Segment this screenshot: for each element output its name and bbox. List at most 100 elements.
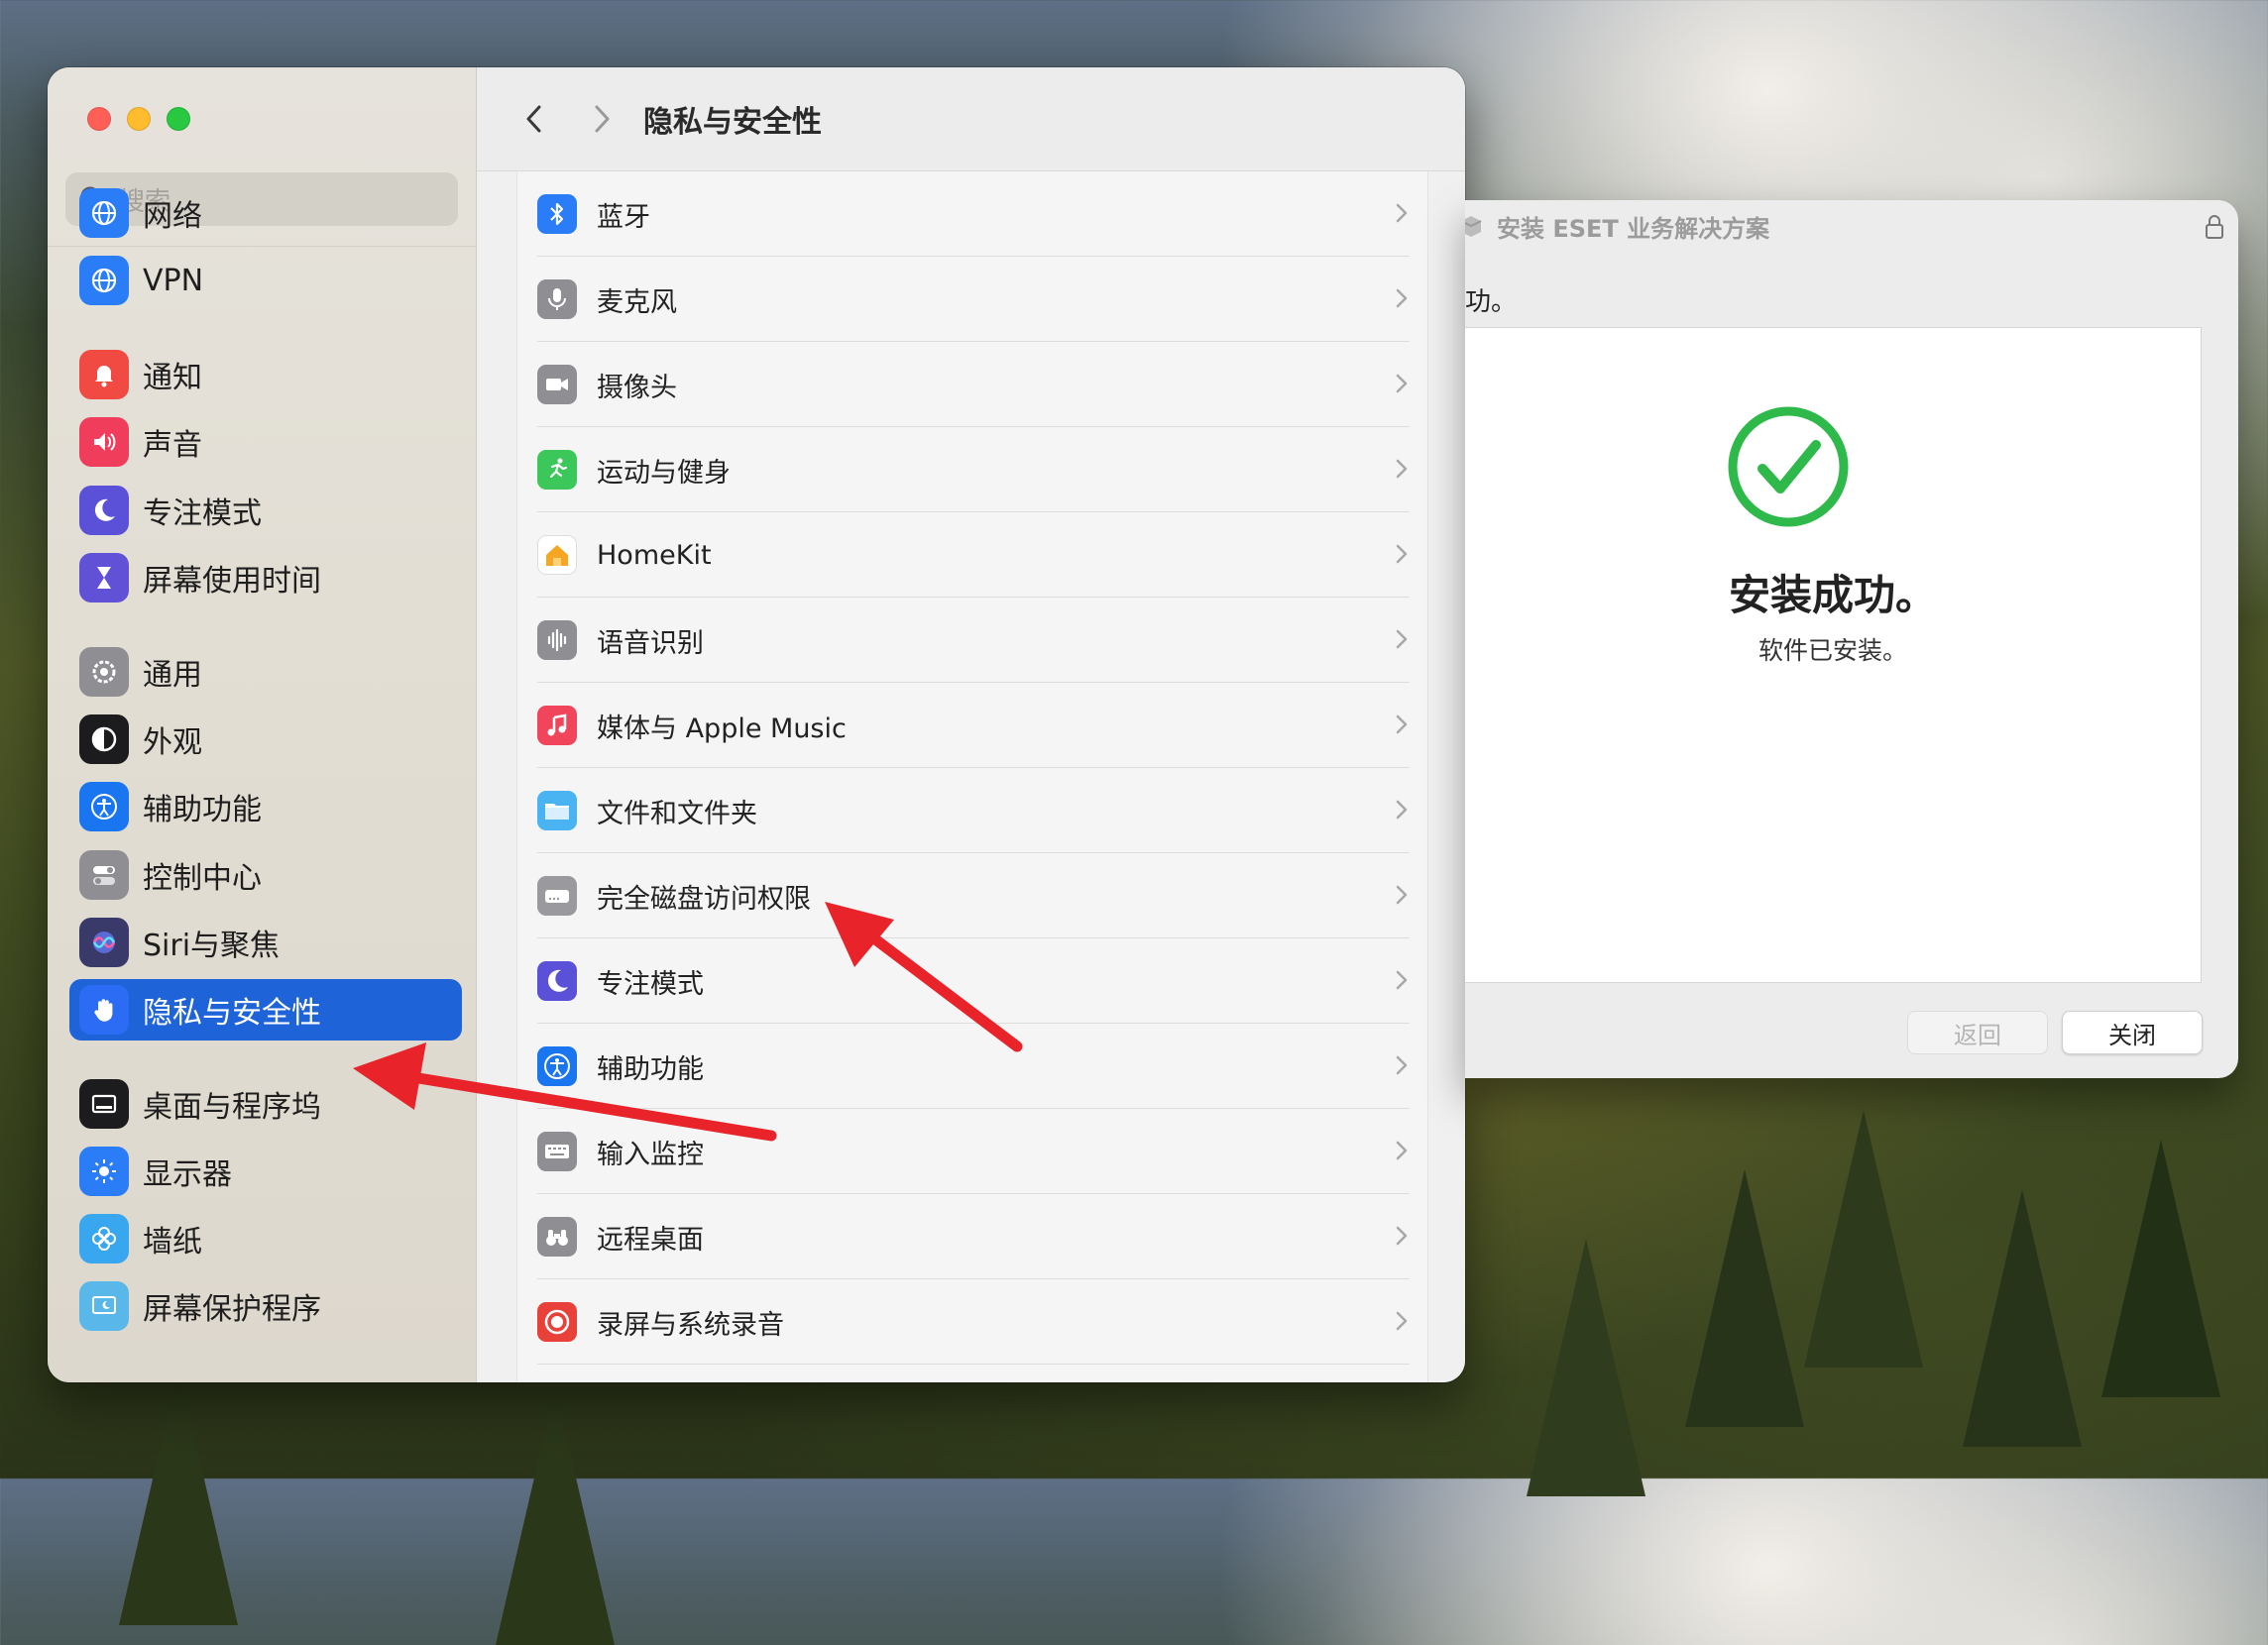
list-item-label: 远程桌面 bbox=[597, 1224, 704, 1256]
binoculars-icon bbox=[537, 1217, 577, 1257]
screensaver-icon bbox=[79, 1281, 129, 1331]
minimize-window-button[interactable] bbox=[127, 107, 151, 131]
toolbar: 隐私与安全性 bbox=[477, 67, 1465, 171]
hourglass-icon bbox=[79, 553, 129, 603]
list-item[interactable]: 输入监控 bbox=[517, 1109, 1427, 1194]
sidebar-item-bell[interactable]: 通知 bbox=[69, 344, 462, 405]
sidebar-item-label: 控制中心 bbox=[143, 861, 262, 896]
chevron-right-icon bbox=[1394, 199, 1410, 231]
sidebar-item-label: 通知 bbox=[143, 361, 202, 395]
sidebar-item-appearance[interactable]: 外观 bbox=[69, 709, 462, 770]
list-item[interactable]: 语音识别 bbox=[517, 598, 1427, 683]
close-window-button[interactable] bbox=[87, 107, 111, 131]
chevron-right-icon bbox=[1394, 540, 1410, 572]
list-item-label: 麦克风 bbox=[597, 286, 677, 318]
chevron-right-icon bbox=[1394, 796, 1410, 827]
sidebar-item-label: 墙纸 bbox=[143, 1225, 202, 1260]
hand-icon bbox=[79, 985, 129, 1035]
sidebar-item-moon[interactable]: 专注模式 bbox=[69, 480, 462, 541]
moon-icon bbox=[537, 961, 577, 1001]
sidebar-item-sun[interactable]: 显示器 bbox=[69, 1141, 462, 1202]
system-settings-window: 搜索 网络 VPN 通知 声音 专注模式 屏幕使用时间 通用 外观 辅助功能 控制中心 Siri与聚… bbox=[48, 67, 1465, 1382]
folder-icon bbox=[537, 791, 577, 830]
sidebar-item-hourglass[interactable]: 屏幕使用时间 bbox=[69, 547, 462, 608]
list-item-label: 文件和文件夹 bbox=[597, 798, 757, 829]
success-check-icon bbox=[1727, 405, 1850, 528]
list-item[interactable]: 蓝牙 bbox=[517, 171, 1427, 257]
sidebar-item-label: 辅助功能 bbox=[143, 793, 262, 827]
chevron-right-icon bbox=[1394, 370, 1410, 401]
list-item[interactable]: 专注模式 bbox=[517, 938, 1427, 1024]
sidebar-item-globe[interactable]: 网络 bbox=[69, 182, 462, 244]
list-item[interactable]: 完全磁盘访问权限 bbox=[517, 853, 1427, 938]
chevron-right-icon bbox=[1394, 1051, 1410, 1083]
bluetooth-icon bbox=[537, 194, 577, 234]
record-icon bbox=[537, 1302, 577, 1342]
sidebar-item-label: 外观 bbox=[143, 725, 202, 760]
installer-heading: 安装成功。 bbox=[1728, 571, 1937, 619]
installer-subtext: 软件已安装。 bbox=[1758, 636, 1907, 665]
list-item-label: 辅助功能 bbox=[597, 1053, 704, 1085]
sidebar-item-label: 通用 bbox=[143, 658, 202, 693]
package-icon bbox=[1465, 216, 1482, 237]
keyboard-icon bbox=[537, 1132, 577, 1171]
installer-title: 安装 ESET 业务解决方案 bbox=[1497, 214, 1770, 243]
list-item-label: 录屏与系统录音 bbox=[597, 1309, 784, 1341]
sidebar-item-accessibility[interactable]: 辅助功能 bbox=[69, 776, 462, 837]
list-item[interactable]: 媒体与 Apple Music bbox=[517, 683, 1427, 768]
chevron-right-icon bbox=[1394, 966, 1410, 998]
zoom-window-button[interactable] bbox=[167, 107, 190, 131]
window-controls bbox=[87, 107, 190, 131]
list-item[interactable]: 文件和文件夹 bbox=[517, 768, 1427, 853]
accessibility-icon bbox=[537, 1046, 577, 1086]
globe-vpn-icon bbox=[79, 256, 129, 305]
list-item-label: 完全磁盘访问权限 bbox=[597, 883, 811, 915]
list-item[interactable]: 摄像头 bbox=[517, 342, 1427, 427]
sidebar-item-label: 网络 bbox=[143, 199, 202, 234]
sidebar-item-label: Siri与聚焦 bbox=[143, 929, 281, 963]
running-icon bbox=[537, 450, 577, 490]
list-item-label: 语音识别 bbox=[597, 627, 704, 659]
list-item[interactable]: 麦克风 bbox=[517, 257, 1427, 342]
forward-button[interactable] bbox=[582, 99, 622, 139]
list-item-label: HomeKit bbox=[597, 539, 712, 571]
camera-icon bbox=[537, 365, 577, 404]
appearance-icon bbox=[79, 714, 129, 764]
gear-icon bbox=[79, 647, 129, 697]
list-item-label: 专注模式 bbox=[597, 968, 704, 1000]
list-item[interactable]: HomeKit bbox=[517, 512, 1427, 598]
list-item-label: 摄像头 bbox=[597, 372, 677, 403]
chevron-right-icon bbox=[1394, 881, 1410, 913]
flower-icon bbox=[79, 1214, 129, 1263]
sidebar-item-hand[interactable]: 隐私与安全性 bbox=[69, 979, 462, 1041]
list-item[interactable]: 运动与健身 bbox=[517, 427, 1427, 512]
back-button[interactable] bbox=[514, 99, 554, 139]
sidebar-item-speaker[interactable]: 声音 bbox=[69, 411, 462, 473]
sidebar-item-screensaver[interactable]: 屏幕保护程序 bbox=[69, 1275, 462, 1337]
sidebar-item-globe-vpn[interactable]: VPN bbox=[69, 250, 462, 311]
sidebar-item-toggles[interactable]: 控制中心 bbox=[69, 844, 462, 906]
list-item[interactable]: 录屏与系统录音 bbox=[517, 1279, 1427, 1365]
chevron-right-icon bbox=[1394, 455, 1410, 487]
sidebar-item-label: 桌面与程序坞 bbox=[143, 1090, 321, 1125]
chevron-left-icon bbox=[526, 105, 541, 133]
speaker-icon bbox=[79, 417, 129, 467]
list-item-label: 输入监控 bbox=[597, 1139, 704, 1170]
sidebar-item-label: 屏幕保护程序 bbox=[143, 1292, 321, 1327]
sidebar-item-dock[interactable]: 桌面与程序坞 bbox=[69, 1073, 462, 1135]
sidebar-item-gear[interactable]: 通用 bbox=[69, 641, 462, 703]
installer-titlebar: 安装 ESET 业务解决方案 bbox=[1465, 200, 2238, 252]
lock-icon bbox=[2206, 215, 2223, 239]
list-item[interactable]: 辅助功能 bbox=[517, 1024, 1427, 1109]
disk-icon bbox=[537, 876, 577, 916]
back-button-installer[interactable]: 返回 bbox=[1907, 1011, 2048, 1054]
main-pane: 隐私与安全性 蓝牙麦克风摄像头运动与健身 HomeKit 语音识别媒体与 Apple… bbox=[477, 67, 1465, 1382]
sidebar-divider bbox=[48, 246, 476, 247]
accessibility-icon bbox=[79, 782, 129, 831]
close-button[interactable]: 关闭 bbox=[2062, 1011, 2203, 1054]
list-item[interactable]: 远程桌面 bbox=[517, 1194, 1427, 1279]
sidebar-item-flower[interactable]: 墙纸 bbox=[69, 1208, 462, 1269]
waveform-icon bbox=[537, 620, 577, 660]
sidebar-item-siri[interactable]: Siri与聚焦 bbox=[69, 912, 462, 973]
sidebar-item-label: 屏幕使用时间 bbox=[143, 564, 321, 599]
